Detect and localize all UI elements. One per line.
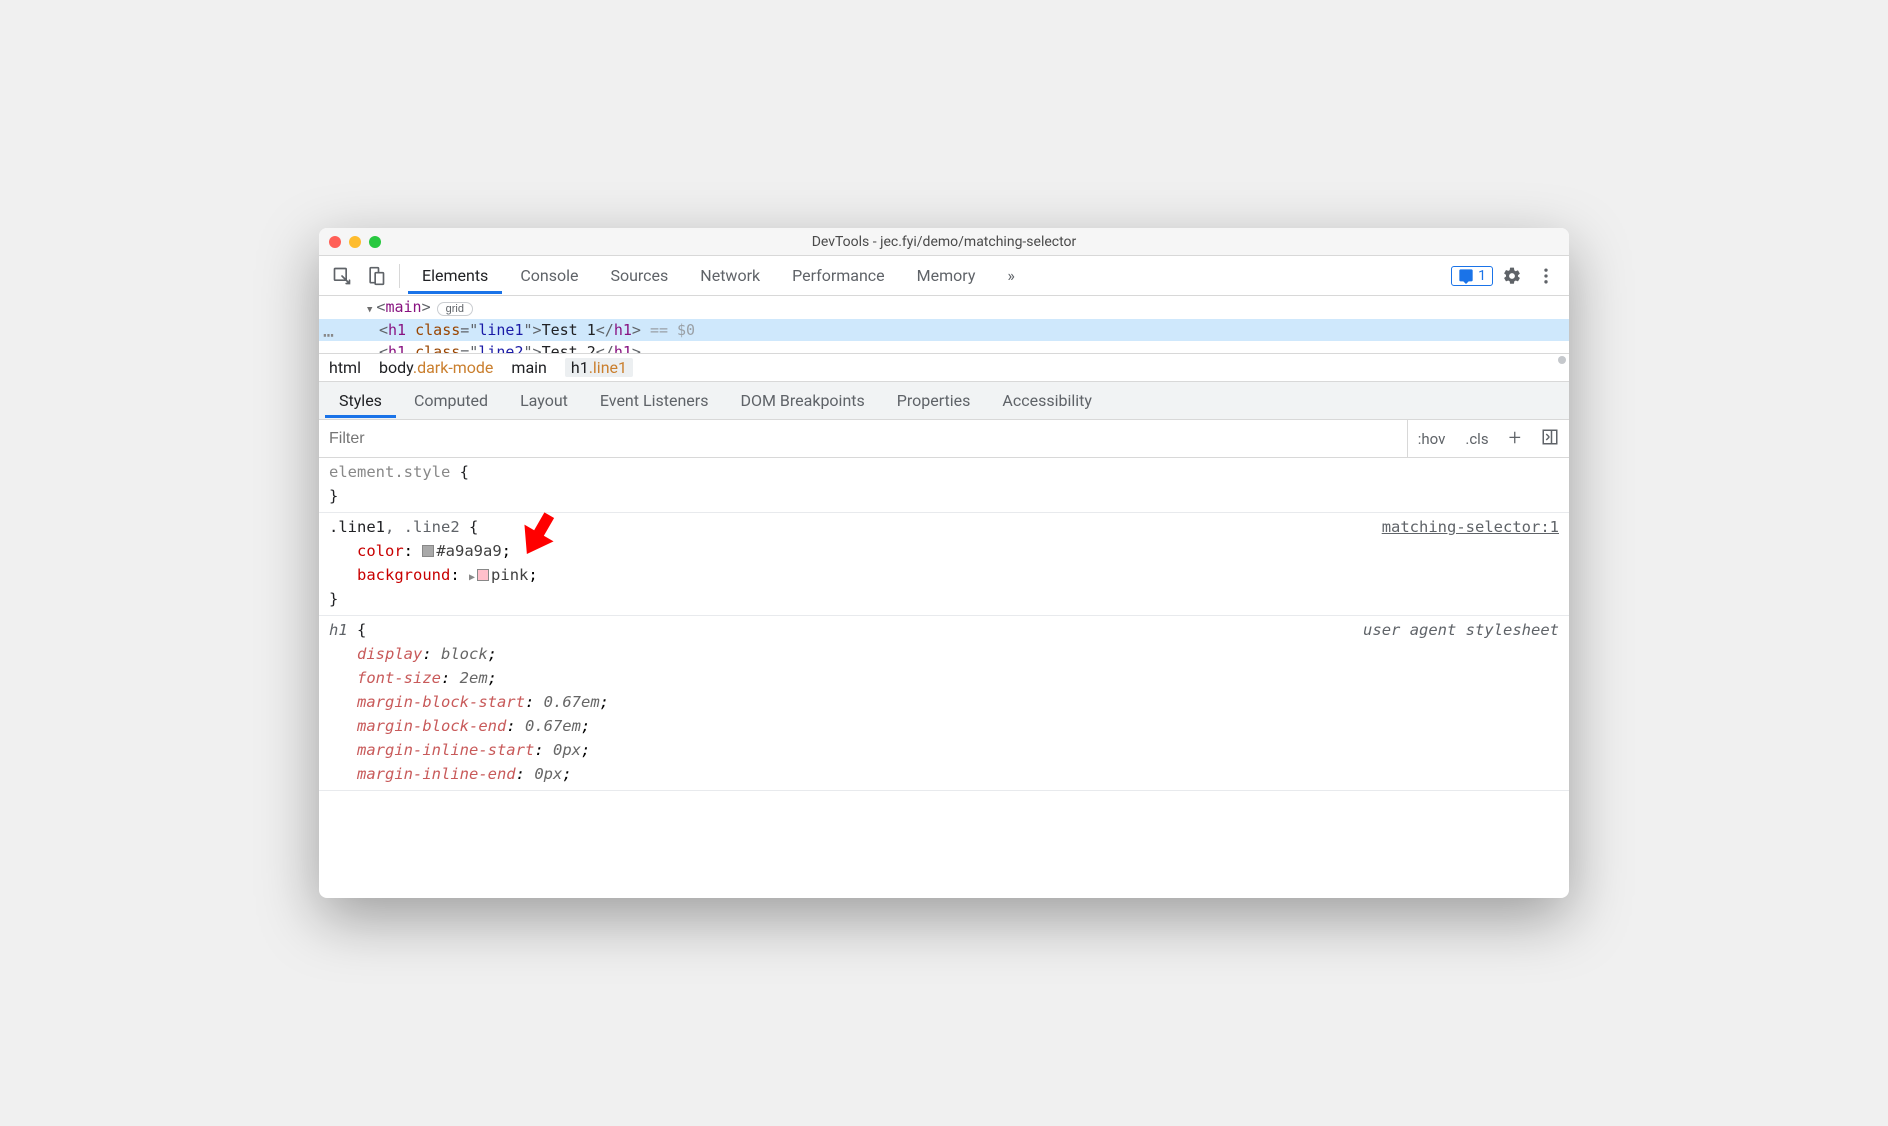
prop-margin-inline-start[interactable]: margin-inline-start: 0px; [357,738,1559,762]
tab-console[interactable]: Console [506,257,592,294]
color-swatch-icon[interactable] [477,569,489,581]
crumb-h1[interactable]: h1.line1 [565,358,633,377]
devtools-window: DevTools - jec.fyi/demo/matching-selecto… [319,228,1569,898]
divider [399,264,400,288]
subtab-styles[interactable]: Styles [325,383,396,418]
styles-subtabs: Styles Computed Layout Event Listeners D… [319,382,1569,420]
grid-badge[interactable]: grid [437,302,473,316]
prop-background[interactable]: background: ▶pink; [357,563,1559,587]
prop-margin-block-start[interactable]: margin-block-start: 0.67em; [357,690,1559,714]
dom-node-selected[interactable]: ⋯ <h1 class="line1">Test 1</h1> == $0 [319,319,1569,342]
expand-triangle-icon[interactable]: ▶ [469,572,475,583]
device-toggle-icon[interactable] [361,261,391,291]
subtab-event-listeners[interactable]: Event Listeners [586,383,723,418]
prop-display[interactable]: display: block; [357,642,1559,666]
color-swatch-icon[interactable] [422,545,434,557]
crumb-body[interactable]: body.dark-mode [379,358,493,377]
settings-icon[interactable] [1497,261,1527,291]
styles-filter-input[interactable] [319,430,1407,448]
subtab-dom-breakpoints[interactable]: DOM Breakpoints [726,383,878,418]
tab-memory[interactable]: Memory [903,257,990,294]
window-title: DevTools - jec.fyi/demo/matching-selecto… [319,234,1569,250]
prop-font-size[interactable]: font-size: 2em; [357,666,1559,690]
subtab-accessibility[interactable]: Accessibility [988,383,1106,418]
crumb-html[interactable]: html [329,358,361,377]
prop-margin-block-end[interactable]: margin-block-end: 0.67em; [357,714,1559,738]
hov-toggle[interactable]: :hov [1408,430,1456,448]
breadcrumb: html body.dark-mode main h1.line1 [319,354,1569,382]
subtab-computed[interactable]: Computed [400,383,502,418]
inspect-icon[interactable] [327,261,357,291]
close-window-button[interactable] [329,236,341,248]
tab-elements[interactable]: Elements [408,257,502,294]
issues-badge[interactable]: 1 [1451,266,1493,286]
styles-filter-bar: :hov .cls + [319,420,1569,458]
tab-performance[interactable]: Performance [778,257,899,294]
maximize-window-button[interactable] [369,236,381,248]
prop-margin-inline-end[interactable]: margin-inline-end: 0px; [357,762,1559,786]
window-controls [329,236,381,248]
dom-node-main[interactable]: <main>grid [319,296,1569,319]
rule-source-ua: user agent stylesheet [1363,618,1559,642]
styles-pane[interactable]: element.style { } matching-selector:1 .l… [319,458,1569,898]
new-style-rule-button[interactable]: + [1499,426,1531,451]
issues-count: 1 [1478,268,1486,284]
tab-sources[interactable]: Sources [596,257,682,294]
tab-more[interactable]: » [993,257,1029,294]
tab-network[interactable]: Network [686,257,774,294]
titlebar: DevTools - jec.fyi/demo/matching-selecto… [319,228,1569,256]
subtab-layout[interactable]: Layout [506,383,582,418]
minimize-window-button[interactable] [349,236,361,248]
subtab-properties[interactable]: Properties [883,383,985,418]
rule-source-link[interactable]: matching-selector:1 [1382,515,1559,539]
rule-line1-line2[interactable]: matching-selector:1 .line1, .line2 { col… [319,513,1569,616]
rule-user-agent-h1[interactable]: user agent stylesheet h1 { display: bloc… [319,616,1569,791]
cls-toggle[interactable]: .cls [1455,430,1498,448]
dom-node-next[interactable]: <h1 class="line2">Test 2</h1> [319,341,1569,353]
crumb-main[interactable]: main [511,358,546,377]
main-tabs: Elements Console Sources Network Perform… [319,256,1569,296]
dom-tree[interactable]: <main>grid ⋯ <h1 class="line1">Test 1</h… [319,296,1569,354]
rule-element-style[interactable]: element.style { } [319,458,1569,513]
prop-color[interactable]: color: #a9a9a9; [357,539,1559,563]
